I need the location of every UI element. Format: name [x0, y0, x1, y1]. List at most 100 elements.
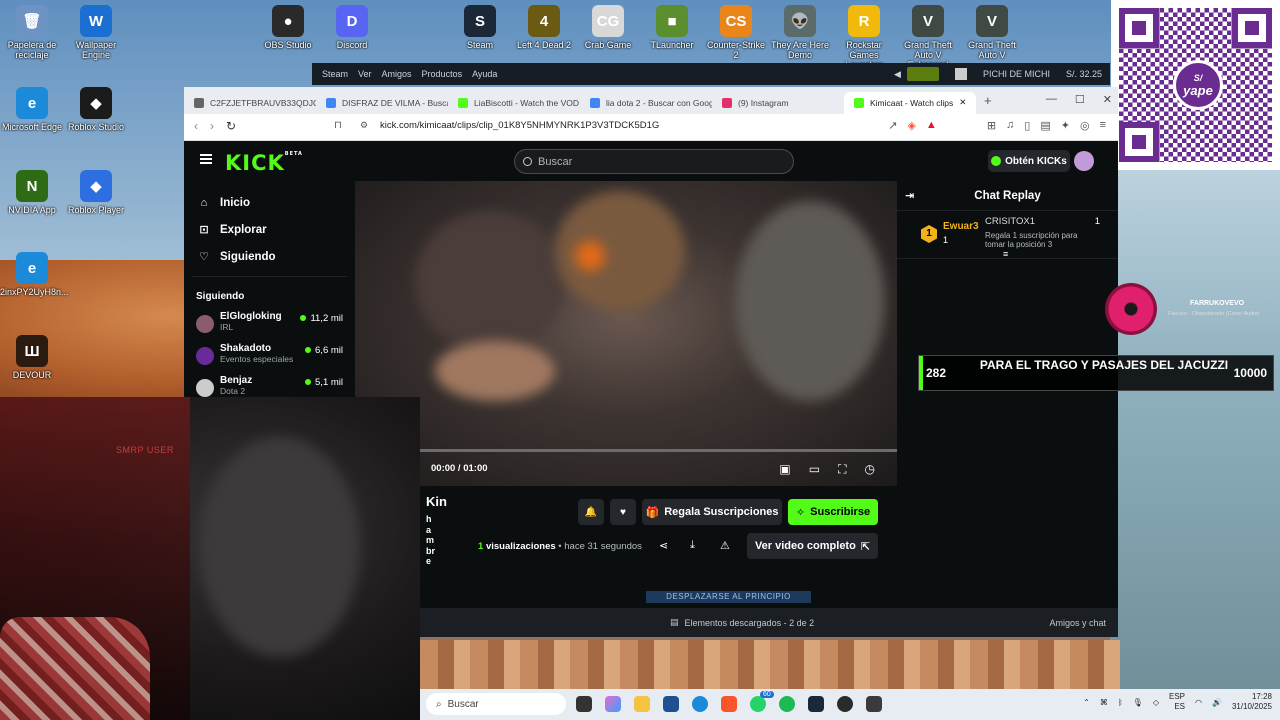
desktop-icon[interactable]: CS Counter-Strike 2 — [704, 5, 768, 60]
wifi-icon[interactable]: ◠ — [1195, 698, 1202, 707]
steam-username[interactable]: PICHI DE MICHI — [983, 69, 1050, 79]
steam-avatar[interactable] — [954, 68, 967, 80]
app-icon[interactable] — [866, 696, 882, 712]
maximize-icon[interactable]: ☐ — [1075, 93, 1085, 106]
browser-tab[interactable]: DISFRAZ DE VILMA - Buscar — [316, 92, 448, 114]
site-info-icon[interactable]: ⚙ — [360, 120, 368, 131]
browser-tab[interactable]: (9) Instagram — [712, 92, 844, 114]
sidebar-icon[interactable]: ▯ — [1024, 119, 1030, 132]
language-indicator[interactable]: ESP ES — [1169, 692, 1185, 712]
desktop-icon[interactable]: ■ TLauncher — [640, 5, 704, 50]
close-window-icon[interactable]: ✕ — [1103, 93, 1112, 106]
video-progress-bar[interactable] — [419, 449, 897, 452]
back-icon[interactable]: ‹ — [194, 119, 198, 133]
steam-menu-ver[interactable]: Ver — [358, 69, 372, 79]
leo-icon[interactable]: ✦ — [1061, 119, 1070, 132]
fullscreen-icon[interactable]: ⛶ — [838, 462, 846, 477]
steam-icon[interactable] — [808, 696, 824, 712]
minimize-icon[interactable]: — — [1046, 93, 1057, 106]
video-player[interactable]: 00:00 / 01:00 ▣ ▭ ⛶ ◷ — [355, 181, 897, 486]
desktop-icon[interactable]: e Microsoft Edge — [0, 87, 64, 132]
hamburger-menu-icon[interactable] — [200, 154, 212, 164]
microphone-icon[interactable]: 🎙 — [1133, 698, 1143, 707]
gift-subs-button[interactable]: 🎁 Regala Suscripciones — [642, 499, 782, 525]
steam-menu-steam[interactable]: Steam — [322, 69, 348, 79]
brave-shield-icon[interactable]: ◈ — [907, 119, 915, 132]
nav-explorar[interactable]: ⊡ Explorar — [184, 216, 355, 243]
network-icon[interactable]: ⌘ — [1100, 698, 1108, 707]
followed-channel[interactable]: ElGlogloking IRL 11,2 mil — [184, 311, 355, 340]
menu-icon[interactable]: ≡ — [1100, 119, 1106, 132]
desktop-icon[interactable]: D Discord — [320, 5, 384, 50]
task-view-icon[interactable] — [576, 696, 592, 712]
subscribe-button[interactable]: ✧ Suscribirse — [788, 499, 878, 525]
speed-icon[interactable]: ◷ — [865, 462, 875, 477]
vpn-icon[interactable]: ◎ — [1080, 119, 1090, 132]
file-explorer-icon[interactable] — [634, 696, 650, 712]
desktop-icon[interactable]: 4 Left 4 Dead 2 — [512, 5, 576, 50]
desktop-icon[interactable]: CG Crab Game — [576, 5, 640, 50]
share-icon[interactable]: ↗ — [888, 119, 897, 132]
channel-title[interactable]: Kin — [426, 494, 447, 509]
get-kicks-button[interactable]: Obtén KICKs — [988, 150, 1070, 172]
share-icon[interactable]: ⋖ — [659, 539, 668, 552]
desktop-icon[interactable]: W Wallpaper Engine — [64, 5, 128, 60]
clock[interactable]: 17:28 31/10/2025 — [1232, 692, 1272, 712]
report-icon[interactable]: ⚠ — [720, 539, 730, 552]
forward-icon[interactable]: › — [210, 119, 214, 133]
scroll-to-top-button[interactable]: DESPLAZARSE AL PRINCIPIO — [646, 591, 811, 603]
whatsapp-icon[interactable] — [750, 696, 766, 712]
desktop-icon[interactable]: 👽 They Are Here Demo — [768, 5, 832, 60]
wallet-icon[interactable]: ▤ — [1040, 119, 1050, 132]
url-field[interactable]: kick.com/kimicaat/clips/clip_01K8Y5NHMYN… — [380, 120, 659, 131]
search-input[interactable]: Buscar — [514, 149, 794, 174]
nav-inicio[interactable]: ⌂ Inicio — [184, 189, 355, 216]
new-tab-button[interactable]: + — [984, 93, 992, 108]
spotify-icon[interactable] — [779, 696, 795, 712]
desktop-icon[interactable]: S Steam — [448, 5, 512, 50]
brave-rewards-icon[interactable]: ▲ — [926, 119, 937, 132]
kick-logo[interactable]: KICKBETA — [225, 151, 303, 175]
browser-tab[interactable]: lia dota 2 - Buscar con Google — [580, 92, 712, 114]
steam-menu-amigos[interactable]: Amigos — [382, 69, 412, 79]
tab-search-icon[interactable]: ⊞ — [987, 119, 996, 132]
brave-icon[interactable] — [721, 696, 737, 712]
nav-siguiendo[interactable]: ♡ Siguiendo — [184, 243, 355, 270]
steam-menu-productos[interactable]: Productos — [422, 69, 463, 79]
browser-tab[interactable]: LiaBiscotti - Watch the VOD — [448, 92, 580, 114]
expand-icon[interactable]: ≡ — [1003, 249, 1008, 259]
taskbar-search[interactable]: ⌕ Buscar — [426, 693, 566, 715]
top-gifter-name[interactable]: Ewuar3 — [943, 221, 979, 232]
chevron-up-icon[interactable]: ⌃ — [1083, 698, 1090, 707]
security-icon[interactable]: ◇ — [1153, 698, 1159, 707]
browser-tab-active[interactable]: Kimicaat - Watch clips ✕ — [844, 91, 976, 114]
speaker-icon[interactable]: ◀ — [894, 69, 901, 80]
desktop-icon[interactable]: 🗑 Papelera de reciclaje — [0, 5, 64, 60]
followed-channel[interactable]: Shakadoto Eventos especiales 6,6 mil — [184, 343, 355, 372]
browser-tab[interactable]: C2FZJETFBRAUVB33QDJQX — [184, 92, 316, 114]
bluetooth-icon[interactable]: ᛒ — [1118, 698, 1123, 707]
copilot-icon[interactable] — [605, 696, 621, 712]
desktop-icon[interactable]: ◆ Roblox Studio — [64, 87, 128, 132]
full-video-button[interactable]: Ver video completo ⇱ — [747, 533, 878, 559]
edge-icon[interactable] — [692, 696, 708, 712]
desktop-icon[interactable]: N NVIDIA App — [0, 170, 64, 215]
store-icon[interactable] — [663, 696, 679, 712]
user-avatar[interactable] — [1074, 151, 1094, 171]
desktop-icon[interactable]: VGrand Theft Auto V Enhanced — [896, 5, 960, 70]
collapse-chat-icon[interactable]: ⇥ — [905, 189, 914, 202]
steam-notification-button[interactable] — [906, 67, 939, 81]
gifter-name[interactable]: CRISITOX1 — [985, 216, 1035, 227]
desktop-icon[interactable]: RRockstar Games Launcher — [832, 5, 896, 70]
reload-icon[interactable]: ↻ — [226, 119, 236, 133]
volume-icon[interactable]: 🔊 — [1212, 698, 1222, 707]
desktop-icon[interactable]: Ш DEVOUR — [0, 335, 64, 380]
steam-menu-ayuda[interactable]: Ayuda — [472, 69, 497, 79]
bookmark-icon[interactable]: ⊓ — [334, 120, 342, 131]
download-icon[interactable]: ⤓ — [690, 539, 695, 552]
media-icon[interactable]: ♫ — [1006, 119, 1014, 132]
pip-icon[interactable]: ▣ — [779, 462, 790, 477]
follow-button[interactable]: ♥ — [610, 499, 636, 525]
desktop-icon[interactable]: ◆ Roblox Player — [64, 170, 128, 215]
notifications-button[interactable]: 🔔 — [578, 499, 604, 525]
